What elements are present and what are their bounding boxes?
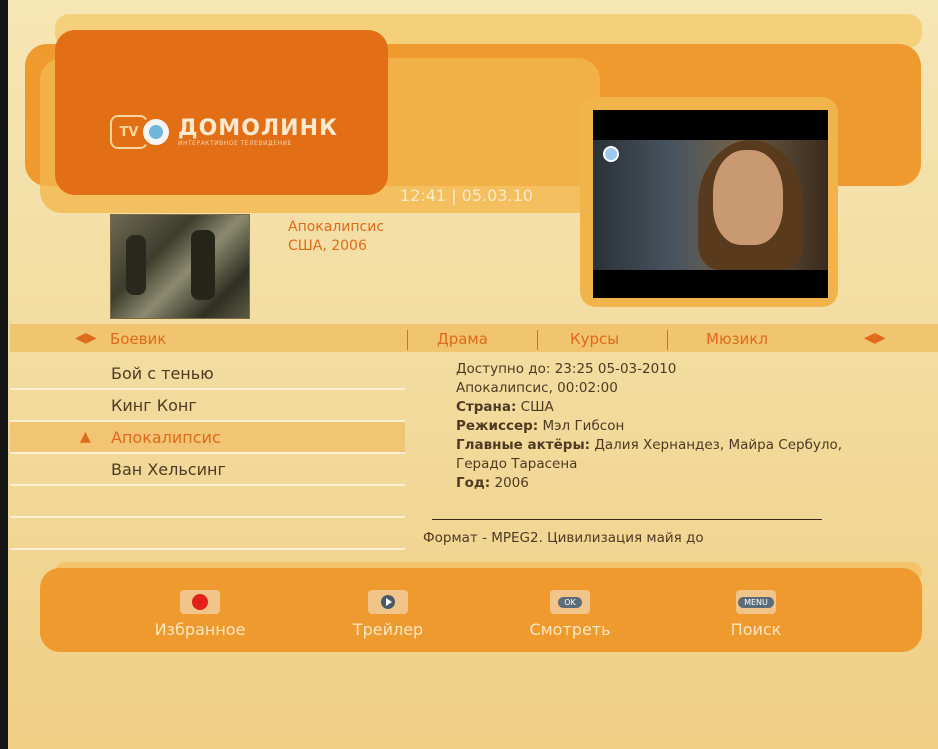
category-divider [667,330,668,350]
datetime: 12:41 | 05.03.10 [400,186,533,205]
available-until: Доступно до: 23:25 05-03-2010 [456,361,677,377]
details-divider [432,519,822,520]
left-right-arrows-icon[interactable]: ◀▶ [864,330,886,346]
list-item[interactable]: Ван Хельсинг [10,454,405,486]
brand-name: ДОМОЛИНК [178,115,338,141]
list-item-empty [10,486,405,518]
movie-country-year: США, 2006 [288,238,367,254]
movie-poster [110,214,250,319]
screen-edge [0,0,8,749]
trailer-button[interactable]: Трейлер [318,590,458,639]
tv-screen: TV ДОМОЛИНК ИНТЕРАКТИВНОЕ ТЕЛЕВИДЕНИЕ 12… [0,0,938,749]
format-description: Формат - MPEG2. Цивилизация майя до [423,530,704,546]
left-right-arrows-icon[interactable]: ◀▶ [75,330,97,346]
list-item[interactable]: Кинг Конг [10,390,405,422]
movie-title: Апокалипсис [288,219,385,235]
movie-list: Бой с тенью Кинг Конг ▲ Апокалипсис Ван … [10,358,405,550]
watch-button[interactable]: OK Смотреть [500,590,640,639]
video-scene [593,140,828,270]
list-item-selected[interactable]: ▲ Апокалипсис [10,422,405,454]
play-icon [381,595,395,609]
country-row: Страна: США [456,399,554,415]
title-duration: Апокалипсис, 00:02:00 [456,380,618,396]
director-row: Режиссер: Мэл Гибсон [456,418,625,434]
brand-logo: TV ДОМОЛИНК ИНТЕРАКТИВНОЕ ТЕЛЕВИДЕНИЕ [110,115,338,149]
category-divider [407,330,408,350]
category-musical[interactable]: Мюзикл [706,330,768,348]
record-icon [192,594,208,610]
movie-details: Доступно до: 23:25 05-03-2010 Апокалипси… [456,360,876,493]
ok-key-icon: OK [558,596,582,608]
favorites-button[interactable]: Избранное [130,590,270,639]
video-preview[interactable] [593,110,828,298]
list-item-empty [10,518,405,550]
movie-summary: Апокалипсис США, 2006 [288,218,384,256]
logo-panel [55,30,388,195]
menu-key-icon: MENU [738,596,774,608]
actors-row: Главные актёры: Далия Хернандез, Майра С… [456,437,843,472]
list-item[interactable]: Бой с тенью [10,358,405,390]
category-active[interactable]: Боевик [110,330,166,348]
category-courses[interactable]: Курсы [570,330,619,348]
year-row: Год: 2006 [456,475,529,491]
brand-tagline: ИНТЕРАКТИВНОЕ ТЕЛЕВИДЕНИЕ [178,139,292,147]
globe-logo-icon [140,116,172,148]
search-button[interactable]: MENU Поиск [686,590,826,639]
up-down-arrows-icon: ▲ [80,429,91,445]
live-indicator-icon [603,146,619,162]
category-divider [537,330,538,350]
category-drama[interactable]: Драма [437,330,488,348]
